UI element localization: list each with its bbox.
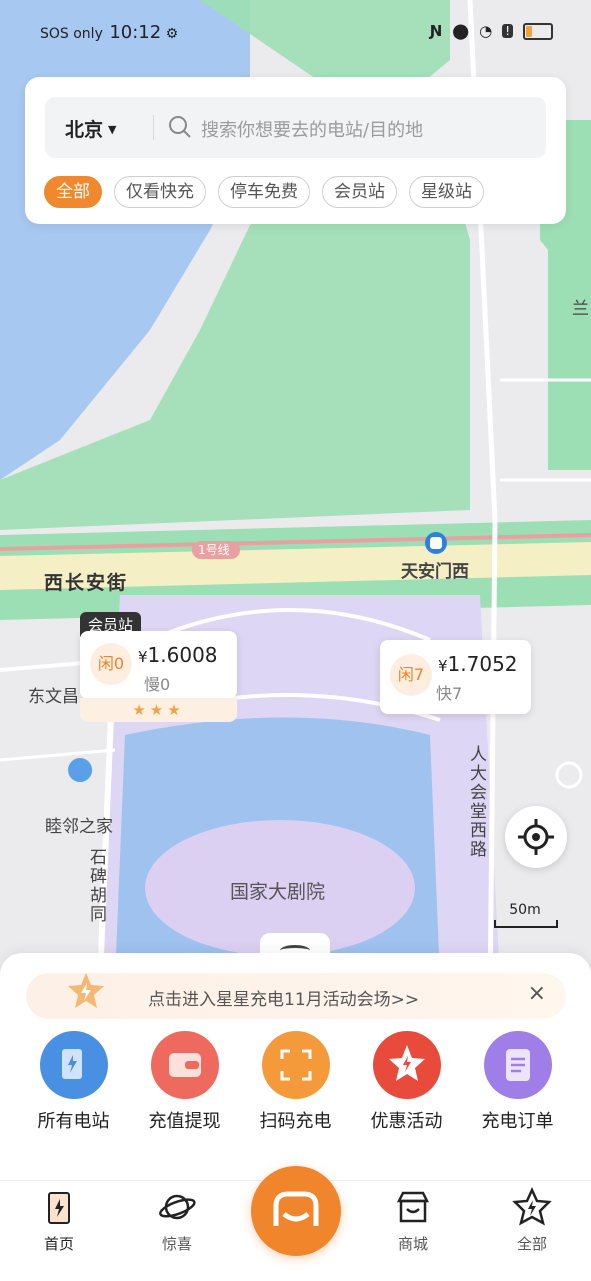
home-charger-icon [48, 1192, 70, 1224]
chip-free-parking[interactable]: 停车免费 [218, 176, 310, 208]
map-label-shibei: 石碑胡同 [86, 848, 106, 924]
tab-surprise[interactable]: 惊喜 [137, 1187, 217, 1254]
star-badge-icon [372, 1031, 441, 1099]
center-charge-button[interactable] [251, 1166, 341, 1256]
divider [153, 115, 154, 140]
location-icon: ⬤ [452, 22, 470, 40]
chip-fast-only[interactable]: 仅看快充 [114, 176, 206, 208]
status-bar: SOS only 10:12 ⚙ Ɲ ⬤ ◔ ! [0, 0, 591, 66]
map-label-dongwenchang: 东文昌 [28, 687, 79, 707]
wallet-icon [150, 1031, 219, 1099]
station-marker-2[interactable]: 闲7 ¥1.7052 快7 [380, 640, 531, 714]
store-icon [396, 1191, 430, 1223]
map-label-neighbor: 睦邻之家 [45, 817, 113, 837]
station-rating-stars: ★★★ [80, 698, 237, 722]
feature-label: 优惠活动 [370, 1111, 443, 1132]
clock: 10:12 [109, 22, 162, 43]
caret-down-icon: ▼ [108, 123, 117, 136]
feature-label: 所有电站 [37, 1111, 110, 1132]
map-label-station[interactable]: 天安门西 [401, 557, 469, 582]
search-input[interactable]: 搜索你想要去的电站/目的地 [201, 116, 423, 142]
tab-all[interactable]: 全部 [492, 1186, 572, 1254]
feature-orders[interactable]: 充电订单 [468, 1031, 568, 1133]
alert-icon: ! [502, 24, 513, 38]
scan-icon [261, 1031, 330, 1099]
feature-label: 充值提现 [148, 1111, 221, 1132]
map-scale: 50m [494, 902, 558, 928]
idle-count-badge: 闲7 [390, 654, 432, 696]
station-price: ¥1.7052 [438, 652, 518, 676]
feature-label: 扫码充电 [259, 1111, 332, 1132]
city-selector[interactable]: 北京 ▼ [65, 115, 116, 142]
locate-button[interactable] [505, 806, 567, 868]
crosshair-icon [518, 819, 554, 855]
station-price: ¥1.6008 [138, 643, 218, 667]
chip-star[interactable]: 星级站 [409, 176, 484, 208]
search-bar[interactable]: 北京 ▼ 搜索你想要去的电站/目的地 [45, 97, 546, 158]
feature-grid: 所有电站 充值提现 扫码充电 优惠活动 充电订单 [0, 1031, 591, 1133]
idle-count-badge: 闲0 [90, 643, 132, 685]
nfc-icon: Ɲ [429, 22, 443, 40]
feature-promotions[interactable]: 优惠活动 [357, 1031, 457, 1133]
close-icon[interactable]: × [528, 981, 546, 1006]
tab-home[interactable]: 首页 [19, 1187, 99, 1254]
station-marker-1[interactable]: 闲0 ¥1.6008 慢0 [80, 631, 237, 699]
promo-text: 点击进入星星充电11月活动会场>> [148, 990, 420, 1010]
wifi-icon: ◔ [479, 22, 493, 40]
promo-banner[interactable]: 点击进入星星充电11月活动会场>> × [26, 973, 566, 1019]
gear-icon: ⚙ [165, 26, 179, 42]
feature-scan[interactable]: 扫码充电 [246, 1031, 346, 1133]
battery-icon [523, 22, 553, 40]
carrier-text: SOS only [40, 26, 103, 42]
feature-all-stations[interactable]: 所有电站 [24, 1031, 124, 1133]
planet-icon [159, 1194, 196, 1220]
star-badge-icon [68, 973, 104, 1008]
feature-recharge[interactable]: 充值提现 [135, 1031, 235, 1133]
map-label-lan: 兰 [572, 299, 589, 319]
station-icon [39, 1031, 108, 1099]
clipboard-icon [483, 1031, 552, 1099]
feature-label: 充电订单 [481, 1111, 554, 1132]
star-bolt-icon [512, 1186, 552, 1226]
map-label-renda: 人大会堂西路 [466, 745, 486, 859]
filter-chips: 全部 仅看快充 停车免费 会员站 星级站 [44, 176, 484, 208]
fast-count: 快7 [436, 684, 463, 703]
car-icon [273, 1191, 319, 1226]
chip-member[interactable]: 会员站 [322, 176, 397, 208]
map-label-line1: 1号线 [198, 543, 230, 557]
tab-store[interactable]: 商城 [373, 1187, 453, 1254]
chip-all[interactable]: 全部 [44, 176, 102, 208]
search-card: 北京 ▼ 搜索你想要去的电站/目的地 全部 仅看快充 停车免费 会员站 星级站 [25, 77, 566, 224]
map-label-theater: 国家大剧院 [230, 881, 326, 903]
slow-count: 慢0 [144, 675, 171, 694]
search-icon [169, 116, 191, 138]
map-label-avenue: 西长安街 [44, 572, 129, 594]
